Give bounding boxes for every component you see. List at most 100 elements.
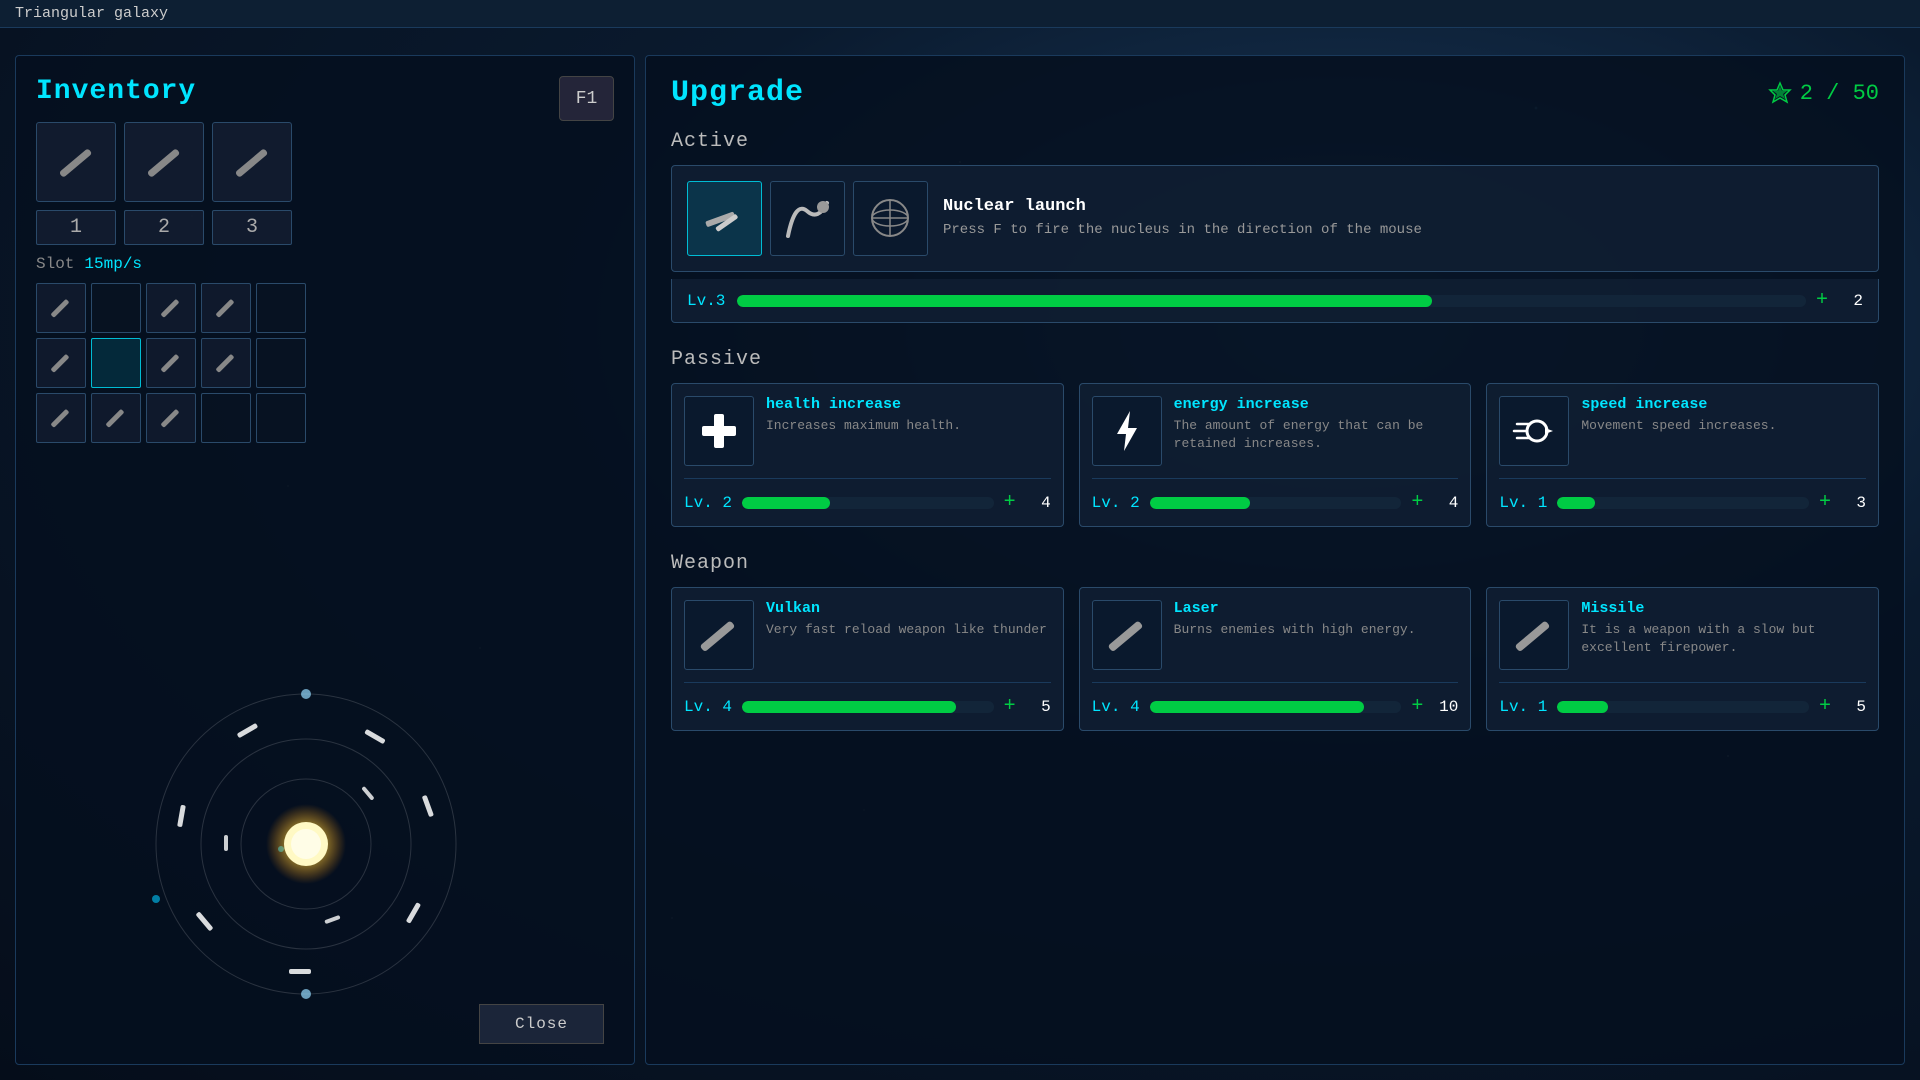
ability-icon-1[interactable] xyxy=(687,181,762,256)
inventory-grid-row-2 xyxy=(36,338,614,388)
missile-level-fill xyxy=(1557,701,1607,713)
active-level-row: Lv.3 + 2 xyxy=(687,289,1863,312)
ability-icons-group xyxy=(687,181,928,256)
active-section-label: Active xyxy=(671,130,1879,153)
weapon-cards-row: Vulkan Very fast reload weapon like thun… xyxy=(671,587,1879,731)
energy-upgrade-cost: 4 xyxy=(1433,494,1458,512)
vulkan-level-fill xyxy=(742,701,956,713)
active-ability-name: Nuclear launch xyxy=(943,197,1863,216)
passive-card-speed: speed increase Movement speed increases.… xyxy=(1486,383,1879,527)
health-card-text: health increase Increases maximum health… xyxy=(766,396,961,435)
window-title: Triangular galaxy xyxy=(15,5,168,22)
slot-label-row: Slot 15mp/s xyxy=(36,255,614,273)
slot-number-3: 3 xyxy=(212,210,292,245)
missile-card-header: Missile It is a weapon with a slow but e… xyxy=(1499,600,1866,670)
missile-upgrade-cost: 5 xyxy=(1841,698,1866,716)
inv-cell-2-3[interactable] xyxy=(146,338,196,388)
inv-cell-3-2[interactable] xyxy=(91,393,141,443)
speed-level-label: Lv. 1 xyxy=(1499,494,1547,512)
weapon-slot-1-icon xyxy=(51,137,101,187)
speed-card-desc: Movement speed increases. xyxy=(1581,417,1776,435)
missile-card-text: Missile It is a weapon with a slow but e… xyxy=(1581,600,1866,656)
vulkan-level-row: Lv. 4 + 5 xyxy=(684,682,1051,718)
f1-key-badge[interactable]: F1 xyxy=(559,76,614,121)
laser-level-row: Lv. 4 + 10 xyxy=(1092,682,1459,718)
active-upgrade-cost: 2 xyxy=(1838,292,1863,310)
weapon-card-vulkan: Vulkan Very fast reload weapon like thun… xyxy=(671,587,1064,731)
inventory-title: Inventory xyxy=(36,76,614,107)
weapon-section-label: Weapon xyxy=(671,552,1879,575)
vulkan-upgrade-plus[interactable]: + xyxy=(1004,695,1016,718)
laser-icon-box xyxy=(1092,600,1162,670)
energy-icon-box xyxy=(1092,396,1162,466)
currency-value: 2 / 50 xyxy=(1800,81,1879,106)
main-panel: Inventory F1 xyxy=(15,55,1905,1065)
inv-cell-1-3[interactable] xyxy=(146,283,196,333)
inv-cell-2-5[interactable] xyxy=(256,338,306,388)
inv-cell-2-2[interactable] xyxy=(91,338,141,388)
active-level-label: Lv.3 xyxy=(687,292,727,310)
health-card-header: health increase Increases maximum health… xyxy=(684,396,1051,466)
weapon-slot-2[interactable] xyxy=(124,122,204,202)
vulkan-level-label: Lv. 4 xyxy=(684,698,732,716)
inv-cell-1-1[interactable] xyxy=(36,283,86,333)
active-level-fill xyxy=(737,295,1432,307)
missile-level-row: Lv. 1 + 5 xyxy=(1499,682,1866,718)
weapon-card-laser: Laser Burns enemies with high energy. Lv… xyxy=(1079,587,1472,731)
title-bar: Triangular galaxy xyxy=(0,0,1920,28)
vulkan-card-header: Vulkan Very fast reload weapon like thun… xyxy=(684,600,1051,670)
speed-upgrade-plus[interactable]: + xyxy=(1819,491,1831,514)
inventory-panel: Inventory F1 xyxy=(15,55,635,1065)
laser-card-desc: Burns enemies with high energy. xyxy=(1174,621,1416,639)
health-upgrade-plus[interactable]: + xyxy=(1004,491,1016,514)
energy-upgrade-plus[interactable]: + xyxy=(1411,491,1423,514)
inv-cell-3-4[interactable] xyxy=(201,393,251,443)
laser-upgrade-cost: 10 xyxy=(1433,698,1458,716)
speed-level-row: Lv. 1 + 3 xyxy=(1499,478,1866,514)
inv-cell-3-5[interactable] xyxy=(256,393,306,443)
inv-cell-2-1[interactable] xyxy=(36,338,86,388)
currency-display: 2 / 50 xyxy=(1768,81,1879,106)
health-level-bar xyxy=(742,497,994,509)
inv-cell-1-5[interactable] xyxy=(256,283,306,333)
inv-cell-2-4[interactable] xyxy=(201,338,251,388)
inventory-grid-row-3 xyxy=(36,393,614,443)
missile-icon-box xyxy=(1499,600,1569,670)
laser-level-label: Lv. 4 xyxy=(1092,698,1140,716)
missile-card-desc: It is a weapon with a slow but excellent… xyxy=(1581,621,1866,656)
health-card-desc: Increases maximum health. xyxy=(766,417,961,435)
inv-cell-1-4[interactable] xyxy=(201,283,251,333)
solar-system-diagram xyxy=(146,684,466,1004)
ability-icon-2[interactable] xyxy=(770,181,845,256)
laser-level-bar xyxy=(1150,701,1402,713)
missile-upgrade-plus[interactable]: + xyxy=(1819,695,1831,718)
health-level-row: Lv. 2 + 4 xyxy=(684,478,1051,514)
passive-cards-row: health increase Increases maximum health… xyxy=(671,383,1879,527)
laser-card-header: Laser Burns enemies with high energy. xyxy=(1092,600,1459,670)
inv-cell-3-3[interactable] xyxy=(146,393,196,443)
slot-mp-value: 15mp/s xyxy=(84,255,142,273)
laser-level-fill xyxy=(1150,701,1364,713)
speed-card-text: speed increase Movement speed increases. xyxy=(1581,396,1776,435)
active-upgrade-plus[interactable]: + xyxy=(1816,289,1828,312)
laser-upgrade-plus[interactable]: + xyxy=(1411,695,1423,718)
inv-cell-3-1[interactable] xyxy=(36,393,86,443)
ability-icon-3[interactable] xyxy=(853,181,928,256)
active-level-bar-container: Lv.3 + 2 xyxy=(671,279,1879,323)
weapon-slot-1[interactable] xyxy=(36,122,116,202)
upgrade-panel: Upgrade 2 / 50 Active xyxy=(645,55,1905,1065)
active-ability-info: Nuclear launch Press F to fire the nucle… xyxy=(943,197,1863,241)
inv-cell-1-2[interactable] xyxy=(91,283,141,333)
close-button[interactable]: Close xyxy=(479,1004,604,1044)
weapon-slots-row xyxy=(36,122,614,202)
missile-level-bar xyxy=(1557,701,1809,713)
weapon-slot-3[interactable] xyxy=(212,122,292,202)
weapon-slot-3-icon xyxy=(227,137,277,187)
passive-card-energy: energy increase The amount of energy tha… xyxy=(1079,383,1472,527)
upgrade-title: Upgrade xyxy=(671,76,804,110)
energy-card-desc: The amount of energy that can be retaine… xyxy=(1174,417,1459,452)
vulkan-level-bar xyxy=(742,701,994,713)
energy-card-name: energy increase xyxy=(1174,396,1459,413)
missile-card-name: Missile xyxy=(1581,600,1866,617)
speed-card-name: speed increase xyxy=(1581,396,1776,413)
